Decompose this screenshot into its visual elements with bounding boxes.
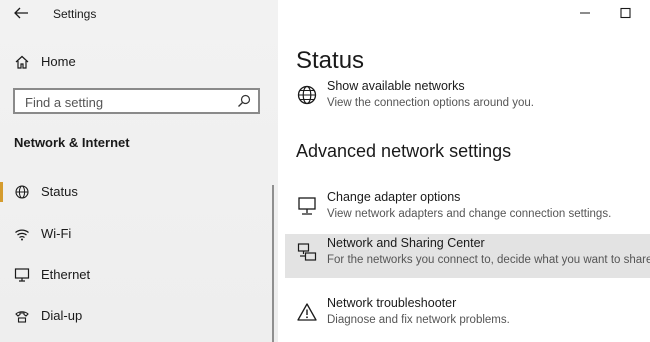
sidebar-item-label: Home (41, 54, 76, 69)
back-arrow-icon[interactable] (12, 5, 30, 21)
sidebar: Settings Home Network & Internet Status … (0, 0, 278, 342)
search-icon[interactable] (236, 93, 252, 109)
ethernet-icon (14, 267, 30, 283)
home-icon (14, 54, 30, 70)
sidebar-item-dialup[interactable]: Dial-up (0, 301, 272, 331)
search-input[interactable] (23, 93, 227, 111)
entry-description: View the connection options around you. (327, 97, 534, 109)
advanced-settings-header: Advanced network settings (296, 141, 512, 161)
globe-icon (296, 84, 318, 106)
show-available-networks-link[interactable]: Show available networks View the connect… (285, 77, 650, 121)
monitor-icon (296, 195, 318, 217)
page-title: Status (296, 47, 365, 74)
sidebar-item-ethernet[interactable]: Ethernet (0, 260, 272, 290)
entry-title: Show available networks (327, 79, 465, 93)
sidebar-item-label: Status (41, 184, 78, 199)
entry-title: Network and Sharing Center (327, 236, 485, 250)
network-sharing-center-link[interactable]: Network and Sharing Center For the netwo… (285, 234, 650, 278)
sidebar-scrollbar[interactable] (272, 185, 274, 342)
network-troubleshooter-link[interactable]: Network troubleshooter Diagnose and fix … (285, 294, 650, 338)
active-indicator (0, 182, 3, 202)
wifi-icon (14, 226, 30, 242)
warning-icon (296, 301, 318, 323)
sidebar-item-label: Ethernet (41, 267, 91, 282)
change-adapter-options-link[interactable]: Change adapter options View network adap… (285, 188, 650, 232)
section-header: Network & Internet (14, 135, 130, 150)
sidebar-item-home[interactable]: Home (0, 47, 272, 77)
sidebar-item-status[interactable]: Status (0, 177, 272, 207)
entry-description: For the networks you connect to, decide … (327, 254, 650, 266)
status-icon (14, 184, 30, 200)
entry-description: Diagnose and fix network problems. (327, 314, 510, 326)
sidebar-item-wifi[interactable]: Wi-Fi (0, 219, 272, 249)
entry-title: Network troubleshooter (327, 296, 457, 310)
search-box[interactable] (13, 88, 260, 114)
window-title: Settings (53, 7, 97, 21)
entry-title: Change adapter options (327, 190, 461, 204)
minimize-icon[interactable] (574, 4, 596, 22)
sharing-center-icon (296, 241, 318, 263)
maximize-icon[interactable] (614, 4, 636, 22)
dialup-icon (14, 308, 30, 324)
sidebar-item-label: Wi-Fi (41, 226, 72, 241)
entry-description: View network adapters and change connect… (327, 208, 612, 220)
sidebar-item-label: Dial-up (41, 308, 83, 323)
